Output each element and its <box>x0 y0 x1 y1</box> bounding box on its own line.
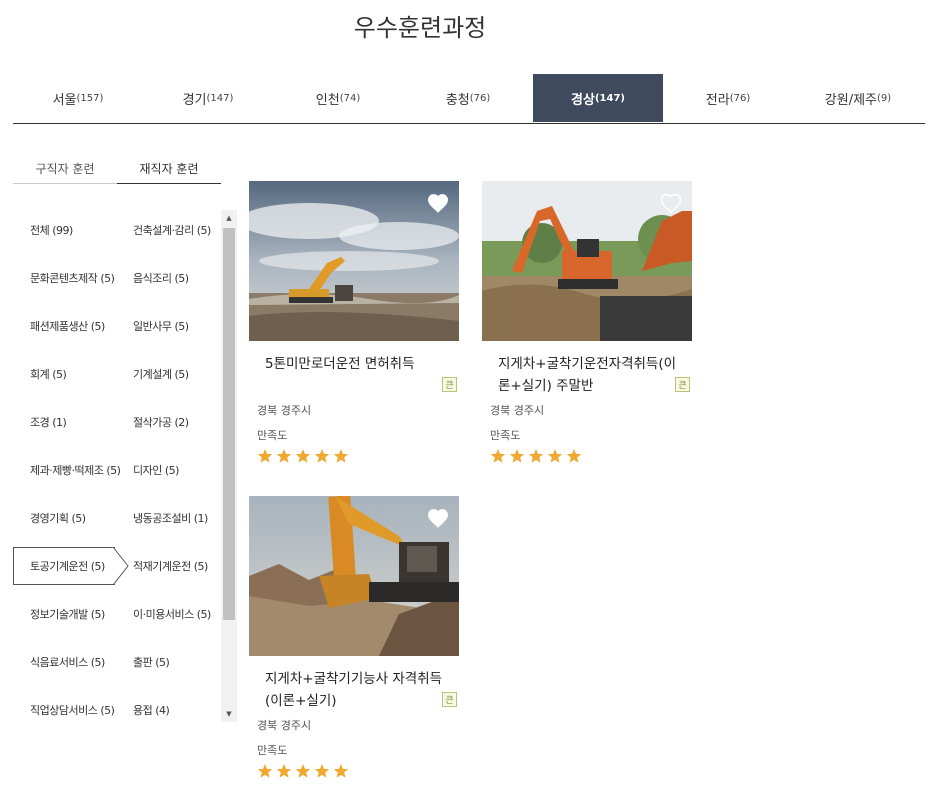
rating-stars <box>257 448 349 464</box>
tab-gyeongsang[interactable]: 경상 (147) <box>533 74 663 122</box>
star-icon <box>276 449 292 463</box>
star-icon <box>257 764 273 778</box>
star-icon <box>566 449 582 463</box>
course-image-loader[interactable] <box>249 181 459 341</box>
satisfaction-label: 만족도 <box>490 429 521 442</box>
tab-label: 서울 <box>52 92 77 108</box>
category-item[interactable]: 제과·제빵·떡제조 (5) <box>30 462 121 478</box>
tab-count: (147) <box>206 92 234 104</box>
category-item[interactable]: 식음료서비스 (5) <box>30 654 105 670</box>
category-item[interactable]: 적재기계운전 (5) <box>133 558 208 574</box>
tab-count: (147) <box>594 92 625 104</box>
category-item[interactable]: 건축설계·감리 (5) <box>133 222 211 238</box>
tab-label: 강원/제주 <box>824 92 878 108</box>
course-title[interactable]: 5톤미만로더운전 면허취득 <box>265 353 447 375</box>
category-item[interactable]: 조경 (1) <box>30 414 67 430</box>
scroll-thumb[interactable] <box>223 228 235 620</box>
tab-gangwon-jeju[interactable]: 강원/제주 (9) <box>793 74 923 122</box>
tab-employee-training[interactable]: 재직자 훈련 <box>117 160 221 184</box>
star-icon <box>314 764 330 778</box>
course-location: 경북 경주시 <box>257 719 312 732</box>
category-scrollbar[interactable]: ▲ ▼ <box>221 210 237 722</box>
course-image-excavators[interactable] <box>482 181 692 341</box>
favorite-heart-icon[interactable] <box>427 508 449 528</box>
tab-count: (74) <box>339 92 361 104</box>
star-icon <box>509 449 525 463</box>
course-title[interactable]: 지게차+굴착기운전자격취득(이론+실기) 주말반 <box>498 353 680 397</box>
rating-stars <box>257 763 349 779</box>
category-item[interactable]: 디자인 (5) <box>133 462 179 478</box>
page-title: 우수훈련과정 <box>353 14 487 42</box>
tab-jeolla[interactable]: 전라 (76) <box>663 74 793 122</box>
favorite-heart-icon[interactable] <box>660 193 682 213</box>
star-icon <box>547 449 563 463</box>
category-item[interactable]: 회계 (5) <box>30 366 67 382</box>
course-badge: 큰 <box>442 377 457 392</box>
category-item[interactable]: 일반사무 (5) <box>133 318 189 334</box>
category-item[interactable]: 정보기술개발 (5) <box>30 606 105 622</box>
scroll-down-icon[interactable]: ▼ <box>221 706 237 722</box>
category-item[interactable]: 이·미용서비스 (5) <box>133 606 211 622</box>
tab-incheon[interactable]: 인천 (74) <box>273 74 403 122</box>
star-icon <box>295 764 311 778</box>
tab-label: 인천 <box>315 92 340 108</box>
star-icon <box>490 449 506 463</box>
satisfaction-label: 만족도 <box>257 744 288 757</box>
course-image-excavator-closeup[interactable] <box>249 496 459 656</box>
category-item[interactable]: 직업상담서비스 (5) <box>30 702 115 718</box>
course-location: 경북 경주시 <box>490 404 545 417</box>
star-icon <box>314 449 330 463</box>
tab-job-seeker-training[interactable]: 구직자 훈련 <box>13 160 117 184</box>
tab-label: 충청 <box>445 92 470 108</box>
course-badge: 큰 <box>675 377 690 392</box>
category-item[interactable]: 기계설계 (5) <box>133 366 189 382</box>
category-item[interactable]: 문화콘텐츠제작 (5) <box>30 270 115 286</box>
category-item[interactable]: 출판 (5) <box>133 654 170 670</box>
category-item[interactable]: 냉동공조설비 (1) <box>133 510 208 526</box>
category-item[interactable]: 패션제품생산 (5) <box>30 318 105 334</box>
tab-label: 경상 <box>571 92 595 108</box>
tab-chungcheong[interactable]: 충청 (76) <box>403 74 533 122</box>
region-tabs: 서울 (157) 경기 (147) 인천 (74) 충청 (76) 경상 (147) 전라… <box>13 74 925 124</box>
tab-count: (9) <box>877 92 892 104</box>
tab-count: (157) <box>76 92 104 104</box>
tab-label: 전라 <box>705 92 730 108</box>
star-icon <box>295 449 311 463</box>
category-item[interactable]: 음식조리 (5) <box>133 270 189 286</box>
scroll-up-icon[interactable]: ▲ <box>221 210 237 226</box>
tab-count: (76) <box>469 92 491 104</box>
selected-arrow-icon <box>113 547 129 585</box>
course-location: 경북 경주시 <box>257 404 312 417</box>
category-item[interactable]: 경영기획 (5) <box>30 510 86 526</box>
tab-label: 경기 <box>182 92 207 108</box>
category-panel: 전체 (99) 건축설계·감리 (5) 문화콘텐츠제작 (5) 음식조리 (5)… <box>13 210 237 722</box>
rating-stars <box>490 448 582 464</box>
favorite-heart-icon[interactable] <box>427 193 449 213</box>
category-item[interactable]: 용접 (4) <box>133 702 170 718</box>
category-item[interactable]: 절삭가공 (2) <box>133 414 189 430</box>
category-item[interactable]: 전체 (99) <box>30 222 73 238</box>
course-title[interactable]: 지게차+굴착기기능사 자격취득(이론+실기) <box>265 668 447 712</box>
star-icon <box>333 764 349 778</box>
category-item-selected[interactable]: 토공기계운전 (5) <box>30 558 105 574</box>
star-icon <box>333 449 349 463</box>
course-badge: 큰 <box>442 692 457 707</box>
star-icon <box>276 764 292 778</box>
training-type-tabs: 구직자 훈련 재직자 훈련 <box>13 160 221 184</box>
star-icon <box>257 449 273 463</box>
tab-gyeonggi[interactable]: 경기 (147) <box>143 74 273 122</box>
tab-seoul[interactable]: 서울 (157) <box>13 74 143 122</box>
satisfaction-label: 만족도 <box>257 429 288 442</box>
tab-count: (76) <box>729 92 751 104</box>
star-icon <box>528 449 544 463</box>
